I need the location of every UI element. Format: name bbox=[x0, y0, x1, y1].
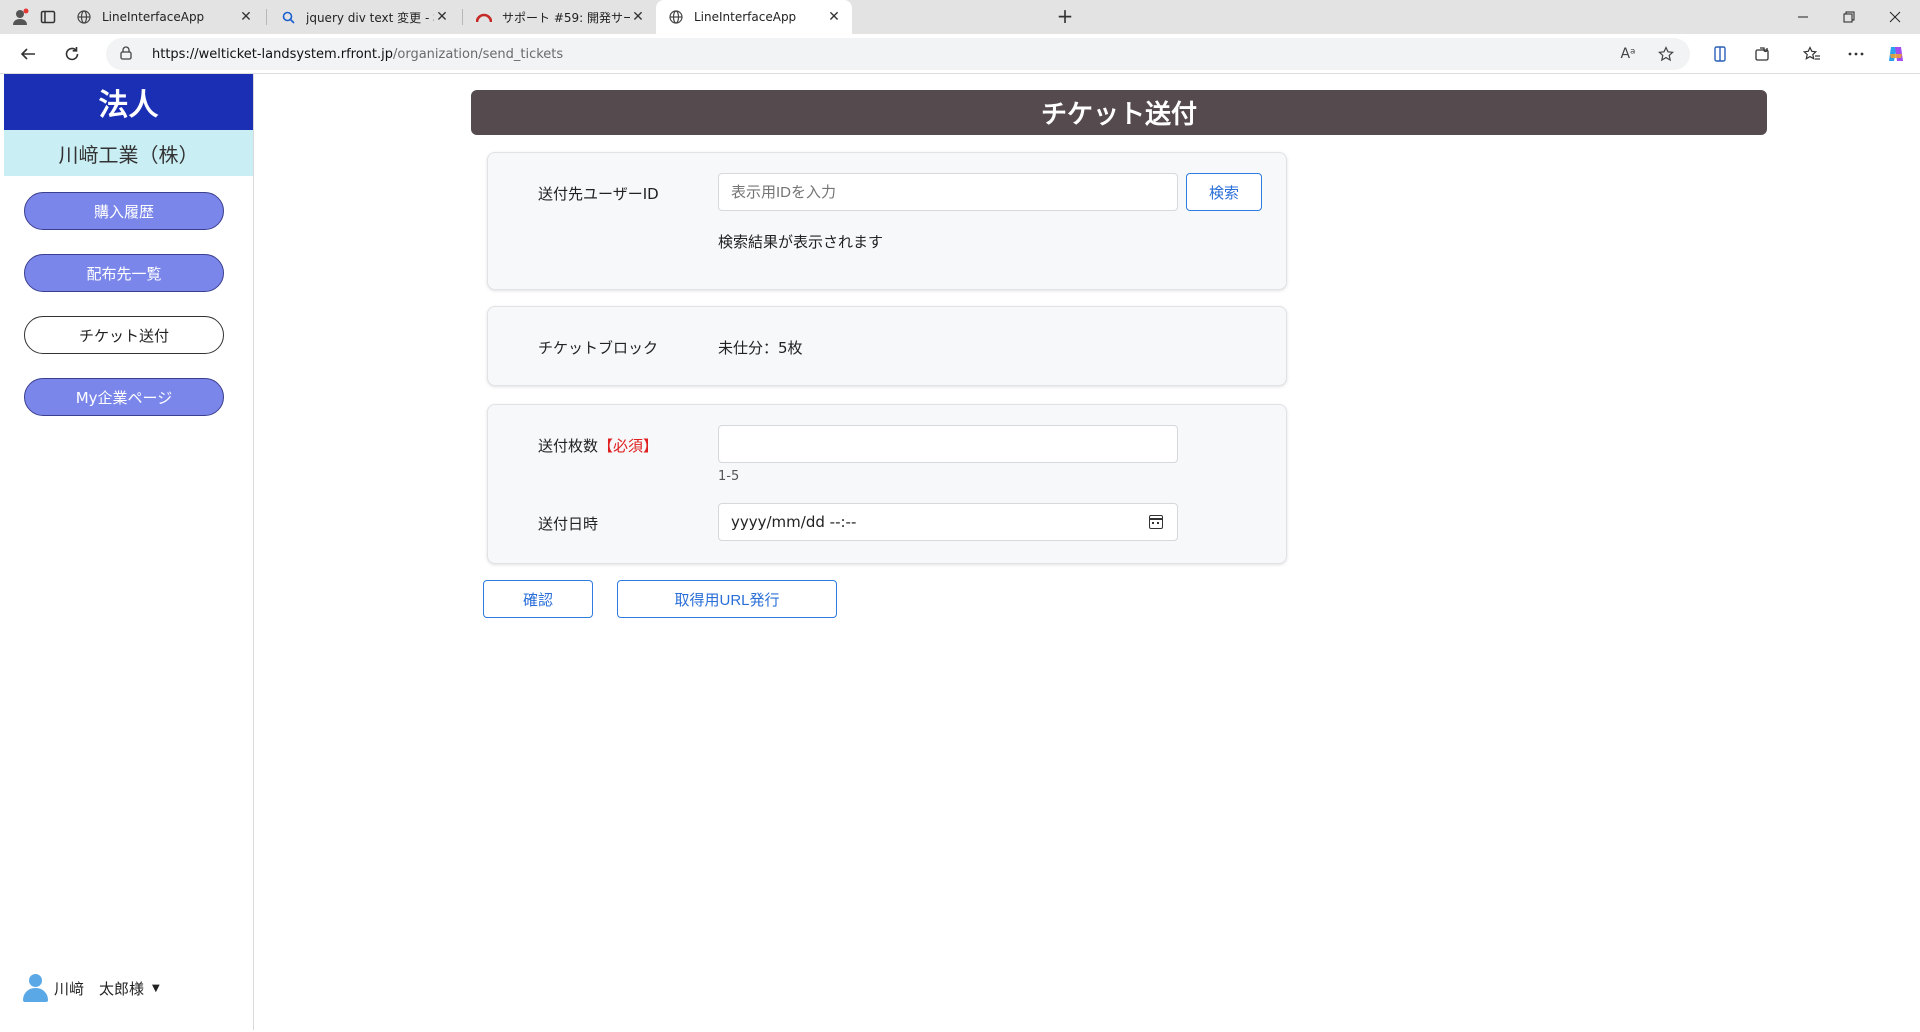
browser-toolbar: https://welticket-landsystem.rfront.jp/o… bbox=[0, 34, 1920, 74]
ticket-block-card: チケットブロック 未仕分：5枚 bbox=[487, 306, 1287, 386]
profile-icon[interactable] bbox=[8, 5, 32, 29]
close-tab-icon[interactable]: ✕ bbox=[434, 9, 450, 25]
confirm-button[interactable]: 確認 bbox=[483, 580, 593, 618]
tab-title: LineInterfaceApp bbox=[102, 10, 205, 24]
nav-my-company-page-button[interactable]: My企業ページ bbox=[24, 378, 224, 416]
close-tab-icon[interactable]: ✕ bbox=[630, 9, 646, 25]
send-count-input[interactable] bbox=[718, 425, 1178, 463]
close-tab-icon[interactable]: ✕ bbox=[826, 9, 842, 25]
send-count-hint: 1-5 bbox=[718, 469, 740, 484]
close-tab-icon[interactable]: ✕ bbox=[238, 9, 254, 25]
tab-divider bbox=[266, 9, 267, 25]
globe-icon bbox=[668, 9, 684, 25]
send-count-label: 送付枚数【必須】 bbox=[538, 435, 658, 456]
recipient-card: 送付先ユーザーID 検索 検索結果が表示されます bbox=[487, 152, 1287, 290]
ticket-block-value: 未仕分：5枚 bbox=[718, 339, 803, 357]
browser-tab-1[interactable]: LineInterfaceApp ✕ bbox=[64, 0, 264, 34]
nav-distribution-list-button[interactable]: 配布先一覧 bbox=[24, 254, 224, 292]
search-icon bbox=[280, 9, 296, 25]
send-date-label: 送付日時 bbox=[538, 515, 599, 533]
favorite-star-icon[interactable] bbox=[1654, 42, 1678, 66]
tab-title: サポート #59: 開発サーバー運用方法 bbox=[502, 10, 630, 25]
calendar-icon[interactable] bbox=[1149, 515, 1163, 529]
browser-tab-strip: LineInterfaceApp ✕ jquery div text 変更 - … bbox=[0, 0, 1920, 34]
search-button[interactable]: 検索 bbox=[1186, 173, 1262, 211]
search-result-text: 検索結果が表示されます bbox=[718, 233, 884, 251]
favorites-icon[interactable] bbox=[1798, 40, 1826, 68]
address-bar[interactable]: https://welticket-landsystem.rfront.jp/o… bbox=[106, 38, 1690, 70]
tab-divider bbox=[462, 9, 463, 25]
nav-purchase-history-button[interactable]: 購入履歴 bbox=[24, 192, 224, 230]
redmine-icon bbox=[476, 9, 492, 25]
extensions-icon[interactable] bbox=[1748, 40, 1776, 68]
user-name: 川﨑 太郎様 bbox=[54, 979, 145, 998]
browser-tab-2[interactable]: jquery div text 変更 - 検索 ✕ bbox=[268, 0, 460, 34]
page-content: 法人 川﨑工業（株） 購入履歴 配布先一覧 チケット送付 My企業ページ 川﨑 … bbox=[0, 74, 1920, 1032]
user-avatar-icon bbox=[22, 974, 48, 1002]
url-host: https://welticket-landsystem.rfront.jp bbox=[152, 46, 394, 62]
send-details-card: 送付枚数【必須】 1-5 送付日時 yyyy/mm/dd --:-- bbox=[487, 404, 1287, 564]
company-name: 川﨑工業（株） bbox=[4, 130, 253, 176]
new-tab-icon[interactable]: + bbox=[1052, 5, 1078, 29]
close-window-icon[interactable] bbox=[1872, 0, 1918, 34]
issue-url-button[interactable]: 取得用URL発行 bbox=[617, 580, 837, 618]
tab-actions-icon[interactable] bbox=[36, 5, 60, 29]
more-menu-icon[interactable] bbox=[1842, 40, 1870, 68]
site-info-icon[interactable] bbox=[120, 45, 136, 63]
url-path: /organization/send_tickets bbox=[393, 46, 564, 62]
send-count-label-text: 送付枚数 bbox=[538, 437, 599, 455]
browser-tab-active[interactable]: LineInterfaceApp ✕ bbox=[656, 0, 852, 34]
send-date-value: yyyy/mm/dd --:-- bbox=[731, 513, 857, 531]
ticket-block-label: チケットブロック bbox=[538, 339, 659, 357]
recipient-id-input[interactable] bbox=[718, 173, 1178, 211]
caret-down-icon: ▼ bbox=[152, 982, 160, 994]
read-aloud-icon[interactable]: Aᵃ bbox=[1616, 42, 1640, 66]
back-icon[interactable] bbox=[14, 40, 42, 68]
page-title: チケット送付 bbox=[471, 90, 1767, 135]
browser-tab-3[interactable]: サポート #59: 開発サーバー運用方法 ✕ bbox=[464, 0, 656, 34]
recipient-id-label: 送付先ユーザーID bbox=[538, 185, 659, 203]
tab-title: LineInterfaceApp bbox=[694, 10, 797, 24]
nav-send-tickets-button[interactable]: チケット送付 bbox=[24, 316, 224, 354]
sidebar: 法人 川﨑工業（株） 購入履歴 配布先一覧 チケット送付 My企業ページ 川﨑 … bbox=[4, 74, 254, 1030]
required-mark: 【必須】 bbox=[598, 437, 659, 455]
globe-icon bbox=[76, 9, 92, 25]
reload-icon[interactable] bbox=[58, 40, 86, 68]
copilot-icon[interactable] bbox=[1882, 40, 1910, 68]
restore-icon[interactable] bbox=[1826, 0, 1872, 34]
send-date-input[interactable]: yyyy/mm/dd --:-- bbox=[718, 503, 1178, 541]
minimize-icon[interactable] bbox=[1780, 0, 1826, 34]
tab-title: jquery div text 変更 - 検索 bbox=[306, 10, 434, 25]
sidebar-brand: 法人 bbox=[4, 74, 253, 130]
user-menu[interactable]: 川﨑 太郎様 ▼ bbox=[22, 974, 160, 1002]
split-screen-icon[interactable] bbox=[1706, 40, 1734, 68]
